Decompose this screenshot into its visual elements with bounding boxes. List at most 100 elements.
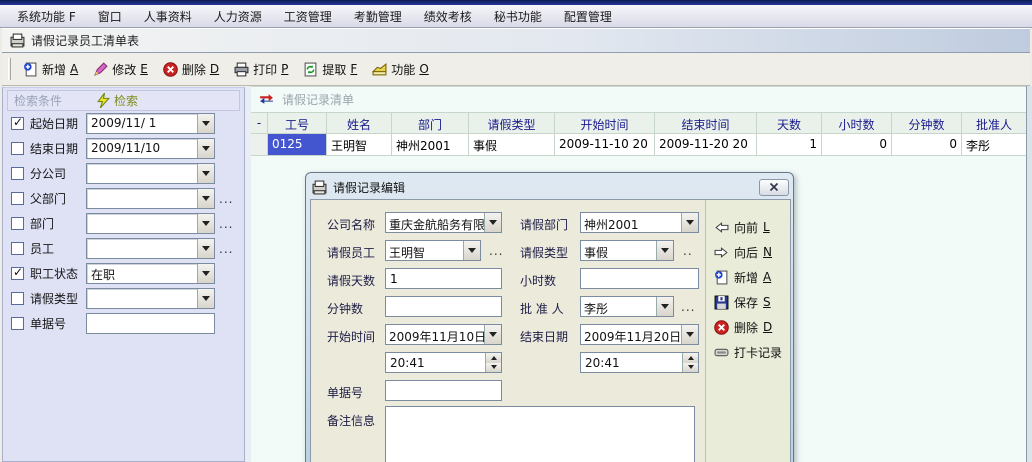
parent-dept-combo[interactable]	[86, 188, 215, 209]
approver-combo[interactable]: 李彤	[580, 296, 674, 317]
delete-button[interactable]: 删除D	[157, 57, 228, 82]
cell-name[interactable]: 王明智	[327, 134, 392, 156]
grid-header-name[interactable]: 姓名	[327, 112, 392, 134]
form-icon	[10, 33, 25, 48]
status-checkbox[interactable]	[11, 267, 24, 280]
cell-end-time[interactable]: 2009-11-20 20	[655, 134, 757, 156]
dept-combo[interactable]	[86, 213, 215, 234]
cell-dept[interactable]: 神州2001	[392, 134, 469, 156]
menu-config[interactable]: 配置管理	[553, 6, 623, 27]
minutes-input[interactable]	[385, 296, 502, 317]
branch-label: 分公司	[30, 165, 84, 182]
start-date-combo[interactable]: 2009/11/ 1	[86, 113, 215, 134]
previous-button[interactable]: 向前L	[714, 217, 770, 237]
edit-button[interactable]: 修改E	[87, 57, 157, 82]
company-combo[interactable]: 重庆金航船务有限	[385, 212, 502, 233]
end-date-picker[interactable]: 2009年11月20日	[580, 324, 699, 345]
grid-header-dept[interactable]: 部门	[392, 112, 469, 134]
grid-header-leave-type[interactable]: 请假类型	[469, 112, 555, 134]
cell-empno[interactable]: 0125	[268, 134, 327, 156]
doc-no-input[interactable]	[86, 313, 215, 334]
menu-secretary[interactable]: 秘书功能	[483, 6, 553, 27]
cell-hours[interactable]: 0	[822, 134, 892, 156]
spin-down-icon[interactable]	[486, 363, 501, 373]
employee-more-button[interactable]: ...	[219, 242, 233, 256]
end-time-spinner[interactable]: 20:41	[580, 352, 699, 373]
close-button[interactable]	[759, 179, 789, 196]
status-combo[interactable]: 在职	[86, 263, 215, 284]
grid-header-minutes[interactable]: 分钟数	[892, 112, 962, 134]
chevron-down-icon	[197, 164, 214, 183]
cell-days[interactable]: 1	[757, 134, 822, 156]
menu-human-resources[interactable]: 人力资源	[203, 6, 273, 27]
grid-header-end-time[interactable]: 结束时间	[655, 112, 757, 134]
punch-record-button[interactable]: 打卡记录	[714, 342, 782, 362]
dialog-title-bar[interactable]: 请假记录编辑	[312, 177, 789, 197]
save-button[interactable]: 保存S	[714, 292, 771, 312]
extract-button[interactable]: 提取F	[297, 57, 366, 82]
leave-type-checkbox[interactable]	[11, 292, 24, 305]
cell-approver[interactable]: 李彤	[962, 134, 1026, 156]
dialog-delete-button[interactable]: 删除D	[714, 317, 772, 337]
start-date-picker[interactable]: 2009年11月10日	[385, 324, 502, 345]
menu-hr-records[interactable]: 人事资料	[133, 6, 203, 27]
branch-checkbox[interactable]	[11, 167, 24, 180]
cell-minutes[interactable]: 0	[892, 134, 962, 156]
parent-dept-more-button[interactable]: ...	[219, 192, 233, 206]
search-button[interactable]: 检索	[96, 92, 138, 109]
start-date-checkbox[interactable]	[11, 117, 24, 130]
leave-type-combo[interactable]	[86, 288, 215, 309]
spin-down-icon[interactable]	[683, 363, 698, 373]
dept-more-button[interactable]: ...	[219, 217, 233, 231]
employee-combo[interactable]	[86, 238, 215, 259]
form-title-bar: 请假记录员工清单表	[2, 28, 1030, 53]
leave-type-more-button[interactable]: ..	[683, 244, 693, 258]
menu-system[interactable]: 系统功能 F	[6, 6, 87, 27]
grid-header-days[interactable]: 天数	[757, 112, 822, 134]
parent-dept-checkbox[interactable]	[11, 192, 24, 205]
extract-button-key: F	[350, 62, 357, 76]
employee-more-button[interactable]: ...	[489, 244, 503, 258]
branch-combo[interactable]	[86, 163, 215, 184]
days-input[interactable]	[385, 268, 502, 289]
function-button[interactable]: 功能O	[366, 57, 437, 82]
grid-header-empno[interactable]: 工号	[268, 112, 327, 134]
employee-checkbox[interactable]	[11, 242, 24, 255]
leave-type-combo[interactable]: 事假	[580, 240, 674, 261]
new-button-label: 新增	[42, 61, 66, 78]
spin-up-icon[interactable]	[683, 353, 698, 363]
table-row[interactable]: 0125 王明智 神州2001 事假 2009-11-10 20 2009-11…	[251, 134, 1026, 156]
menu-performance[interactable]: 绩效考核	[413, 6, 483, 27]
doc-no-checkbox[interactable]	[11, 317, 24, 330]
grid-header-selector[interactable]: -	[251, 112, 268, 134]
cell-leave-type[interactable]: 事假	[469, 134, 555, 156]
hours-input[interactable]	[580, 268, 699, 289]
spin-up-icon[interactable]	[486, 353, 501, 363]
grid-header-hours[interactable]: 小时数	[822, 112, 892, 134]
end-date-checkbox[interactable]	[11, 142, 24, 155]
employee-combo[interactable]: 王明智	[385, 240, 481, 261]
cell-start-time[interactable]: 2009-11-10 20	[555, 134, 655, 156]
remark-textarea[interactable]	[385, 406, 695, 462]
search-row-dept: 部门 ...	[3, 213, 233, 234]
new-button[interactable]: 新增A	[17, 57, 87, 82]
menu-window[interactable]: 窗口	[87, 6, 133, 27]
dialog-doc-no-input[interactable]	[385, 380, 502, 401]
menu-attendance[interactable]: 考勤管理	[343, 6, 413, 27]
dept-combo[interactable]: 神州2001	[580, 212, 699, 233]
print-button[interactable]: 打印P	[228, 57, 297, 82]
delete-icon	[163, 62, 178, 77]
next-button[interactable]: 向后N	[714, 242, 772, 262]
dialog-body: 公司名称 重庆金航船务有限 请假部门 神州2001 请假员工 王明智 ... 请…	[310, 199, 791, 462]
end-date-combo[interactable]: 2009/11/10	[86, 138, 215, 159]
approver-more-button[interactable]: ...	[681, 300, 695, 314]
dialog-new-button[interactable]: 新增A	[714, 267, 771, 287]
chevron-down-icon	[197, 139, 214, 158]
menu-payroll[interactable]: 工资管理	[273, 6, 343, 27]
dept-checkbox[interactable]	[11, 217, 24, 230]
start-time-spinner[interactable]: 20:41	[385, 352, 502, 373]
dialog-fields: 公司名称 重庆金航船务有限 请假部门 神州2001 请假员工 王明智 ... 请…	[311, 200, 705, 462]
grid-header-approver[interactable]: 批准人	[962, 112, 1026, 134]
grid-header-start-time[interactable]: 开始时间	[555, 112, 655, 134]
row-selector-cell[interactable]	[251, 134, 268, 156]
